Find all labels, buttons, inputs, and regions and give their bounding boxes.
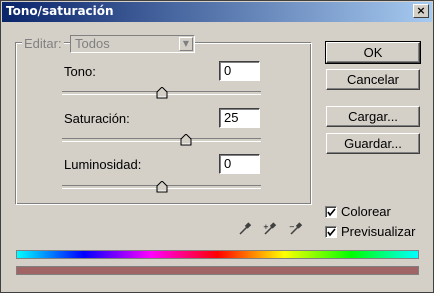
title-bar[interactable]: Tono/saturación × (2, 2, 432, 22)
chevron-down-icon[interactable]: ▼ (179, 37, 193, 51)
edit-label: Editar: (22, 36, 64, 51)
window-title: Tono/saturación (6, 4, 114, 18)
svg-text:−: − (289, 223, 295, 231)
hue-label: Tono: (64, 64, 96, 79)
eyedropper-icon[interactable] (238, 222, 252, 236)
eyedropper-minus-icon[interactable]: − (289, 222, 303, 236)
cancel-button[interactable]: Cancelar (326, 69, 420, 90)
edit-select[interactable]: Todos ▼ (70, 35, 195, 53)
load-button[interactable]: Cargar... (326, 106, 420, 127)
saturation-label: Saturación: (64, 111, 130, 126)
hue-field[interactable]: 0 (219, 61, 260, 81)
svg-text:+: + (263, 223, 269, 231)
edit-select-value: Todos (75, 36, 110, 51)
lightness-field[interactable]: 0 (219, 154, 260, 174)
ok-button[interactable]: OK (325, 41, 421, 64)
colorize-label: Colorear (341, 204, 391, 219)
save-button[interactable]: Guardar... (326, 133, 420, 154)
colorize-checkbox[interactable] (325, 206, 337, 218)
preview-label: Previsualizar (341, 224, 416, 239)
eyedropper-plus-icon[interactable]: + (263, 222, 277, 236)
result-color-bar (16, 266, 419, 275)
saturation-field[interactable]: 25 (219, 108, 260, 128)
preview-checkbox[interactable] (325, 226, 337, 238)
lightness-label: Luminosidad: (64, 157, 142, 172)
hue-spectrum-bar (16, 250, 419, 259)
close-button[interactable]: × (413, 4, 429, 18)
saturation-slider-track[interactable] (62, 138, 261, 142)
